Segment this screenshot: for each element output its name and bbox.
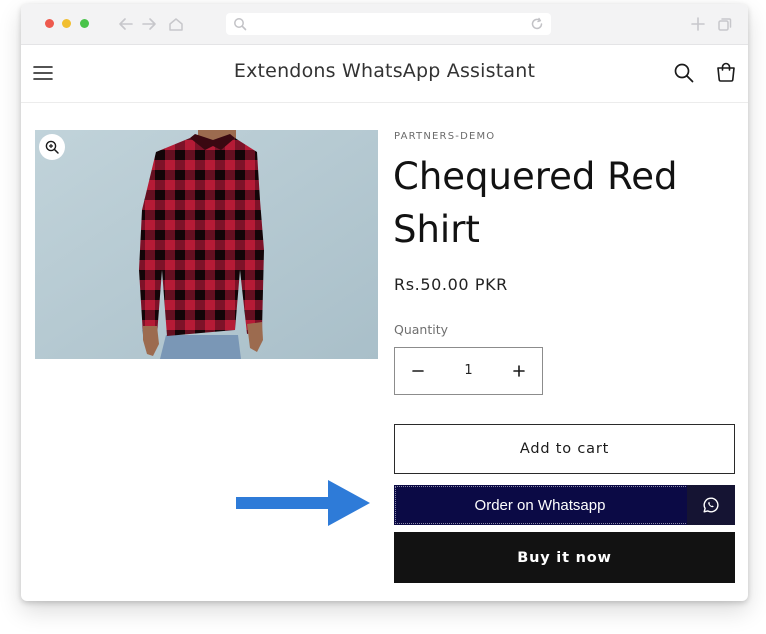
order-on-whatsapp-label: Order on Whatsapp: [474, 496, 606, 514]
whatsapp-icon-box: [687, 485, 735, 525]
order-on-whatsapp-button[interactable]: Order on Whatsapp: [394, 485, 735, 525]
store-header: Extendons WhatsApp Assistant: [21, 45, 748, 103]
zoom-in-icon[interactable]: [39, 134, 65, 160]
search-icon: [234, 18, 247, 31]
plus-icon: [513, 365, 525, 377]
maximize-window-dot[interactable]: [80, 19, 89, 28]
home-icon[interactable]: [167, 15, 185, 33]
quantity-stepper: [394, 347, 543, 395]
quantity-increase-button[interactable]: [496, 348, 542, 394]
browser-toolbar: [21, 4, 748, 45]
search-icon[interactable]: [673, 62, 695, 84]
quantity-input[interactable]: [441, 348, 496, 394]
forward-arrow-icon[interactable]: [140, 15, 158, 33]
right-arrow-icon: [236, 480, 370, 526]
store-name[interactable]: Extendons WhatsApp Assistant: [21, 60, 748, 82]
address-bar[interactable]: [226, 13, 551, 35]
new-tab-plus-icon[interactable]: [689, 15, 707, 33]
product-image[interactable]: [35, 130, 378, 359]
close-window-dot[interactable]: [45, 19, 54, 28]
add-to-cart-button[interactable]: Add to cart: [394, 424, 735, 474]
quantity-label: Quantity: [394, 322, 449, 337]
whatsapp-icon: [703, 497, 719, 513]
minus-icon: [412, 370, 424, 372]
tabs-icon[interactable]: [716, 15, 734, 33]
reload-icon[interactable]: [530, 17, 544, 31]
quantity-decrease-button[interactable]: [395, 348, 441, 394]
back-arrow-icon[interactable]: [117, 15, 135, 33]
cart-icon[interactable]: [715, 61, 737, 83]
product-title: Chequered Red Shirt: [393, 155, 678, 251]
product-price: Rs.50.00 PKR: [394, 275, 508, 294]
buy-it-now-button[interactable]: Buy it now: [394, 532, 735, 583]
browser-window: Extendons WhatsApp Assistant PARTNERS-DE…: [21, 4, 748, 601]
product-vendor: PARTNERS-DEMO: [394, 131, 496, 142]
shirt-model-photo: [35, 130, 378, 359]
minimize-window-dot[interactable]: [62, 19, 71, 28]
